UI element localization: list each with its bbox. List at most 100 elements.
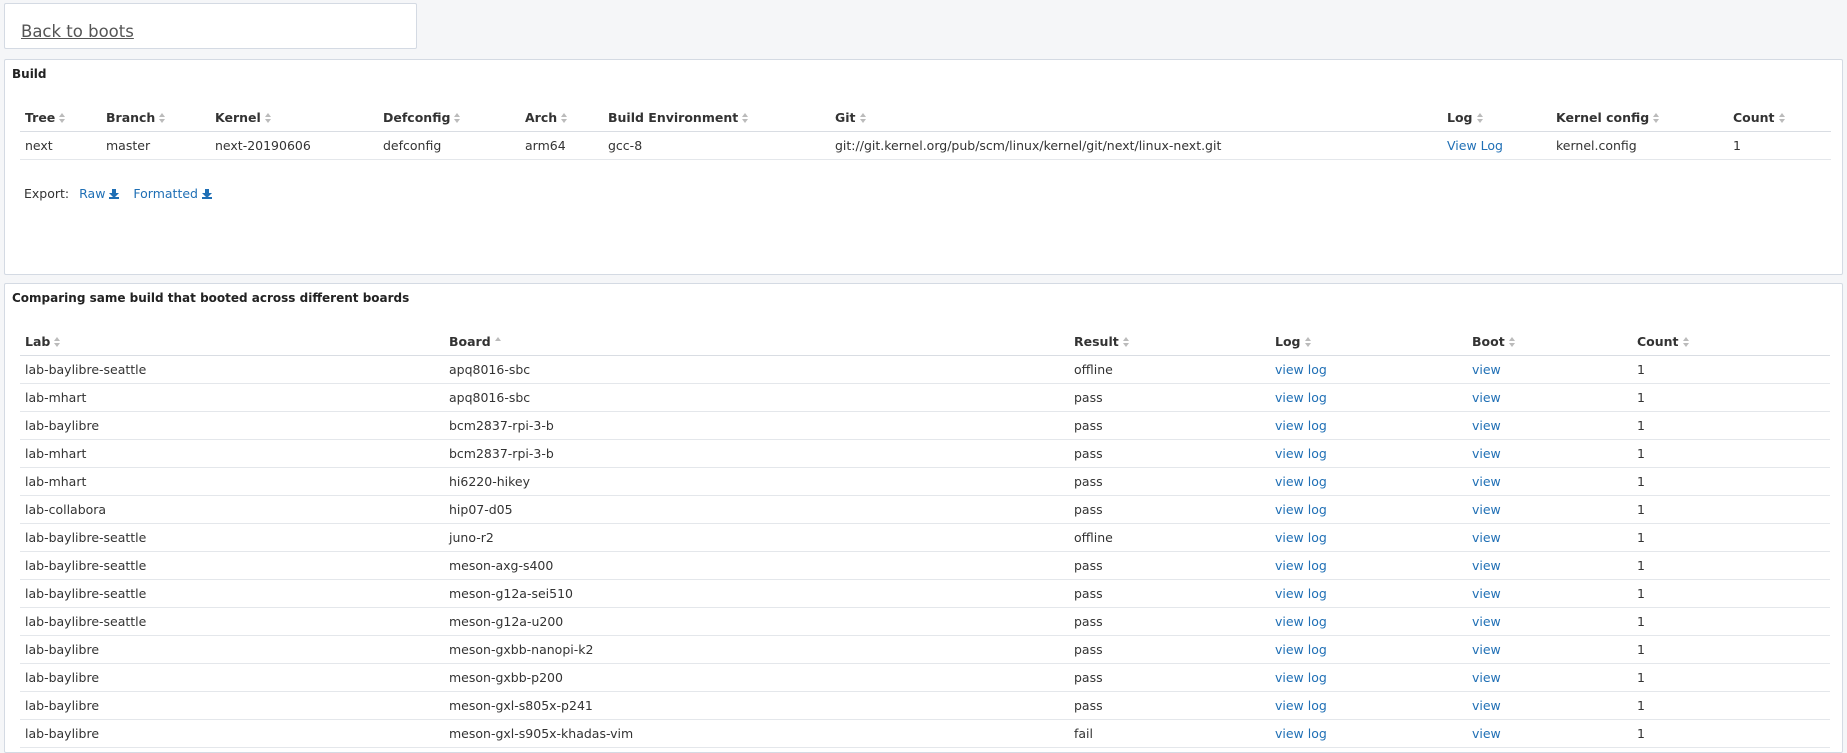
count-cell: 1 — [1632, 691, 1830, 720]
view-boot-link[interactable]: view — [1472, 502, 1501, 517]
board-cell: hip07-d05 — [444, 495, 1069, 524]
view-log-link[interactable]: view log — [1275, 586, 1327, 601]
result-cell: pass — [1069, 495, 1270, 524]
board-cell: bcm2837-rpi-3-b — [444, 411, 1069, 440]
result-cell: pass — [1069, 551, 1270, 580]
download-icon — [109, 189, 120, 199]
col-boot[interactable]: Boot — [1467, 327, 1632, 356]
lab-cell: lab-collabora — [20, 495, 444, 524]
result-cell: pass — [1069, 439, 1270, 468]
lab-cell: lab-baylibre — [20, 719, 444, 748]
view-log-link[interactable]: view log — [1275, 558, 1327, 573]
count-cell: 1 — [1632, 523, 1830, 552]
view-log-link[interactable]: view log — [1275, 446, 1327, 461]
board-cell: hi6220-hikey — [444, 467, 1069, 496]
view-log-link[interactable]: View Log — [1447, 138, 1503, 153]
lab-cell: lab-baylibre — [20, 635, 444, 664]
view-log-link[interactable]: view log — [1275, 642, 1327, 657]
log-cell: view log — [1270, 691, 1467, 720]
board-cell: apq8016-sbc — [444, 355, 1069, 384]
col-board[interactable]: Board — [444, 327, 1069, 356]
lab-cell: lab-baylibre — [20, 411, 444, 440]
count-cell: 1 — [1632, 607, 1830, 636]
log-cell: view log — [1270, 607, 1467, 636]
board-cell: meson-g12a-u200 — [444, 607, 1069, 636]
result-cell: pass — [1069, 607, 1270, 636]
view-boot-link[interactable]: view — [1472, 362, 1501, 377]
col-log[interactable]: Log — [1442, 103, 1551, 132]
view-log-link[interactable]: view log — [1275, 502, 1327, 517]
col-defconfig[interactable]: Defconfig — [378, 103, 520, 132]
view-log-link[interactable]: view log — [1275, 418, 1327, 433]
view-log-link[interactable]: view log — [1275, 530, 1327, 545]
count-cell: 1 — [1632, 635, 1830, 664]
col-count[interactable]: Count — [1728, 103, 1831, 132]
sort-icon — [859, 112, 866, 123]
board-cell: meson-g12a-sei510 — [444, 579, 1069, 608]
view-boot-link[interactable]: view — [1472, 530, 1501, 545]
arch-cell: arm64 — [520, 131, 603, 160]
col-lab[interactable]: Lab — [20, 327, 444, 356]
sort-icon — [1508, 336, 1515, 347]
download-icon — [201, 189, 212, 199]
back-card: Back to boots — [4, 3, 417, 49]
view-boot-link[interactable]: view — [1472, 614, 1501, 629]
lab-cell: lab-baylibre-seattle — [20, 551, 444, 580]
export-formatted-link[interactable]: Formatted — [133, 186, 212, 201]
view-boot-link[interactable]: view — [1472, 586, 1501, 601]
view-boot-link[interactable]: view — [1472, 474, 1501, 489]
view-boot-link[interactable]: view — [1472, 390, 1501, 405]
sort-icon — [1122, 336, 1129, 347]
col-count[interactable]: Count — [1632, 327, 1830, 356]
sort-icon — [59, 112, 66, 123]
build-table: Tree Branch Kernel Defconfig Arch Build … — [20, 103, 1831, 160]
view-boot-link[interactable]: view — [1472, 642, 1501, 657]
board-cell: meson-gxl-s805x-p241 — [444, 691, 1069, 720]
col-log[interactable]: Log — [1270, 327, 1467, 356]
boot-cell: view — [1467, 719, 1632, 748]
view-log-link[interactable]: view log — [1275, 614, 1327, 629]
col-result[interactable]: Result — [1069, 327, 1270, 356]
table-row: lab-baylibre meson-gxbb-p200 pass view log v… — [20, 663, 1830, 692]
board-cell: meson-gxl-s905x-khadas-vim — [444, 719, 1069, 748]
view-log-link[interactable]: view log — [1275, 670, 1327, 685]
defconfig-cell: defconfig — [378, 131, 520, 160]
view-log-link[interactable]: view log — [1275, 726, 1327, 741]
result-cell: pass — [1069, 383, 1270, 412]
lab-cell: lab-baylibre-seattle — [20, 523, 444, 552]
boot-cell: view — [1467, 691, 1632, 720]
lab-cell: lab-baylibre-seattle — [20, 607, 444, 636]
log-cell: view log — [1270, 719, 1467, 748]
view-log-link[interactable]: view log — [1275, 362, 1327, 377]
export-raw-link[interactable]: Raw — [79, 186, 120, 201]
count-cell: 1 — [1632, 439, 1830, 468]
view-boot-link[interactable]: view — [1472, 698, 1501, 713]
table-row: lab-baylibre meson-gxl-s805x-p241 pass view… — [20, 691, 1830, 720]
view-boot-link[interactable]: view — [1472, 670, 1501, 685]
view-boot-link[interactable]: view — [1472, 418, 1501, 433]
col-build-environment[interactable]: Build Environment — [603, 103, 830, 132]
log-cell: view log — [1270, 439, 1467, 468]
col-tree[interactable]: Tree — [20, 103, 101, 132]
view-log-link[interactable]: view log — [1275, 698, 1327, 713]
view-boot-link[interactable]: view — [1472, 726, 1501, 741]
col-branch[interactable]: Branch — [101, 103, 210, 132]
col-arch[interactable]: Arch — [520, 103, 603, 132]
sort-icon — [1778, 112, 1785, 123]
view-log-link[interactable]: view log — [1275, 474, 1327, 489]
log-cell: view log — [1270, 495, 1467, 524]
boot-cell: view — [1467, 383, 1632, 412]
build-panel-title: Build — [12, 67, 47, 81]
boot-cell: view — [1467, 579, 1632, 608]
view-boot-link[interactable]: view — [1472, 446, 1501, 461]
col-git[interactable]: Git — [830, 103, 1442, 132]
tree-cell: next — [20, 131, 101, 160]
col-kernel-config[interactable]: Kernel config — [1551, 103, 1728, 132]
sort-icon — [159, 112, 166, 123]
count-cell: 1 — [1632, 383, 1830, 412]
col-kernel[interactable]: Kernel — [210, 103, 378, 132]
view-boot-link[interactable]: view — [1472, 558, 1501, 573]
sort-icon — [54, 336, 61, 347]
back-to-boots-link[interactable]: Back to boots — [21, 22, 134, 41]
view-log-link[interactable]: view log — [1275, 390, 1327, 405]
